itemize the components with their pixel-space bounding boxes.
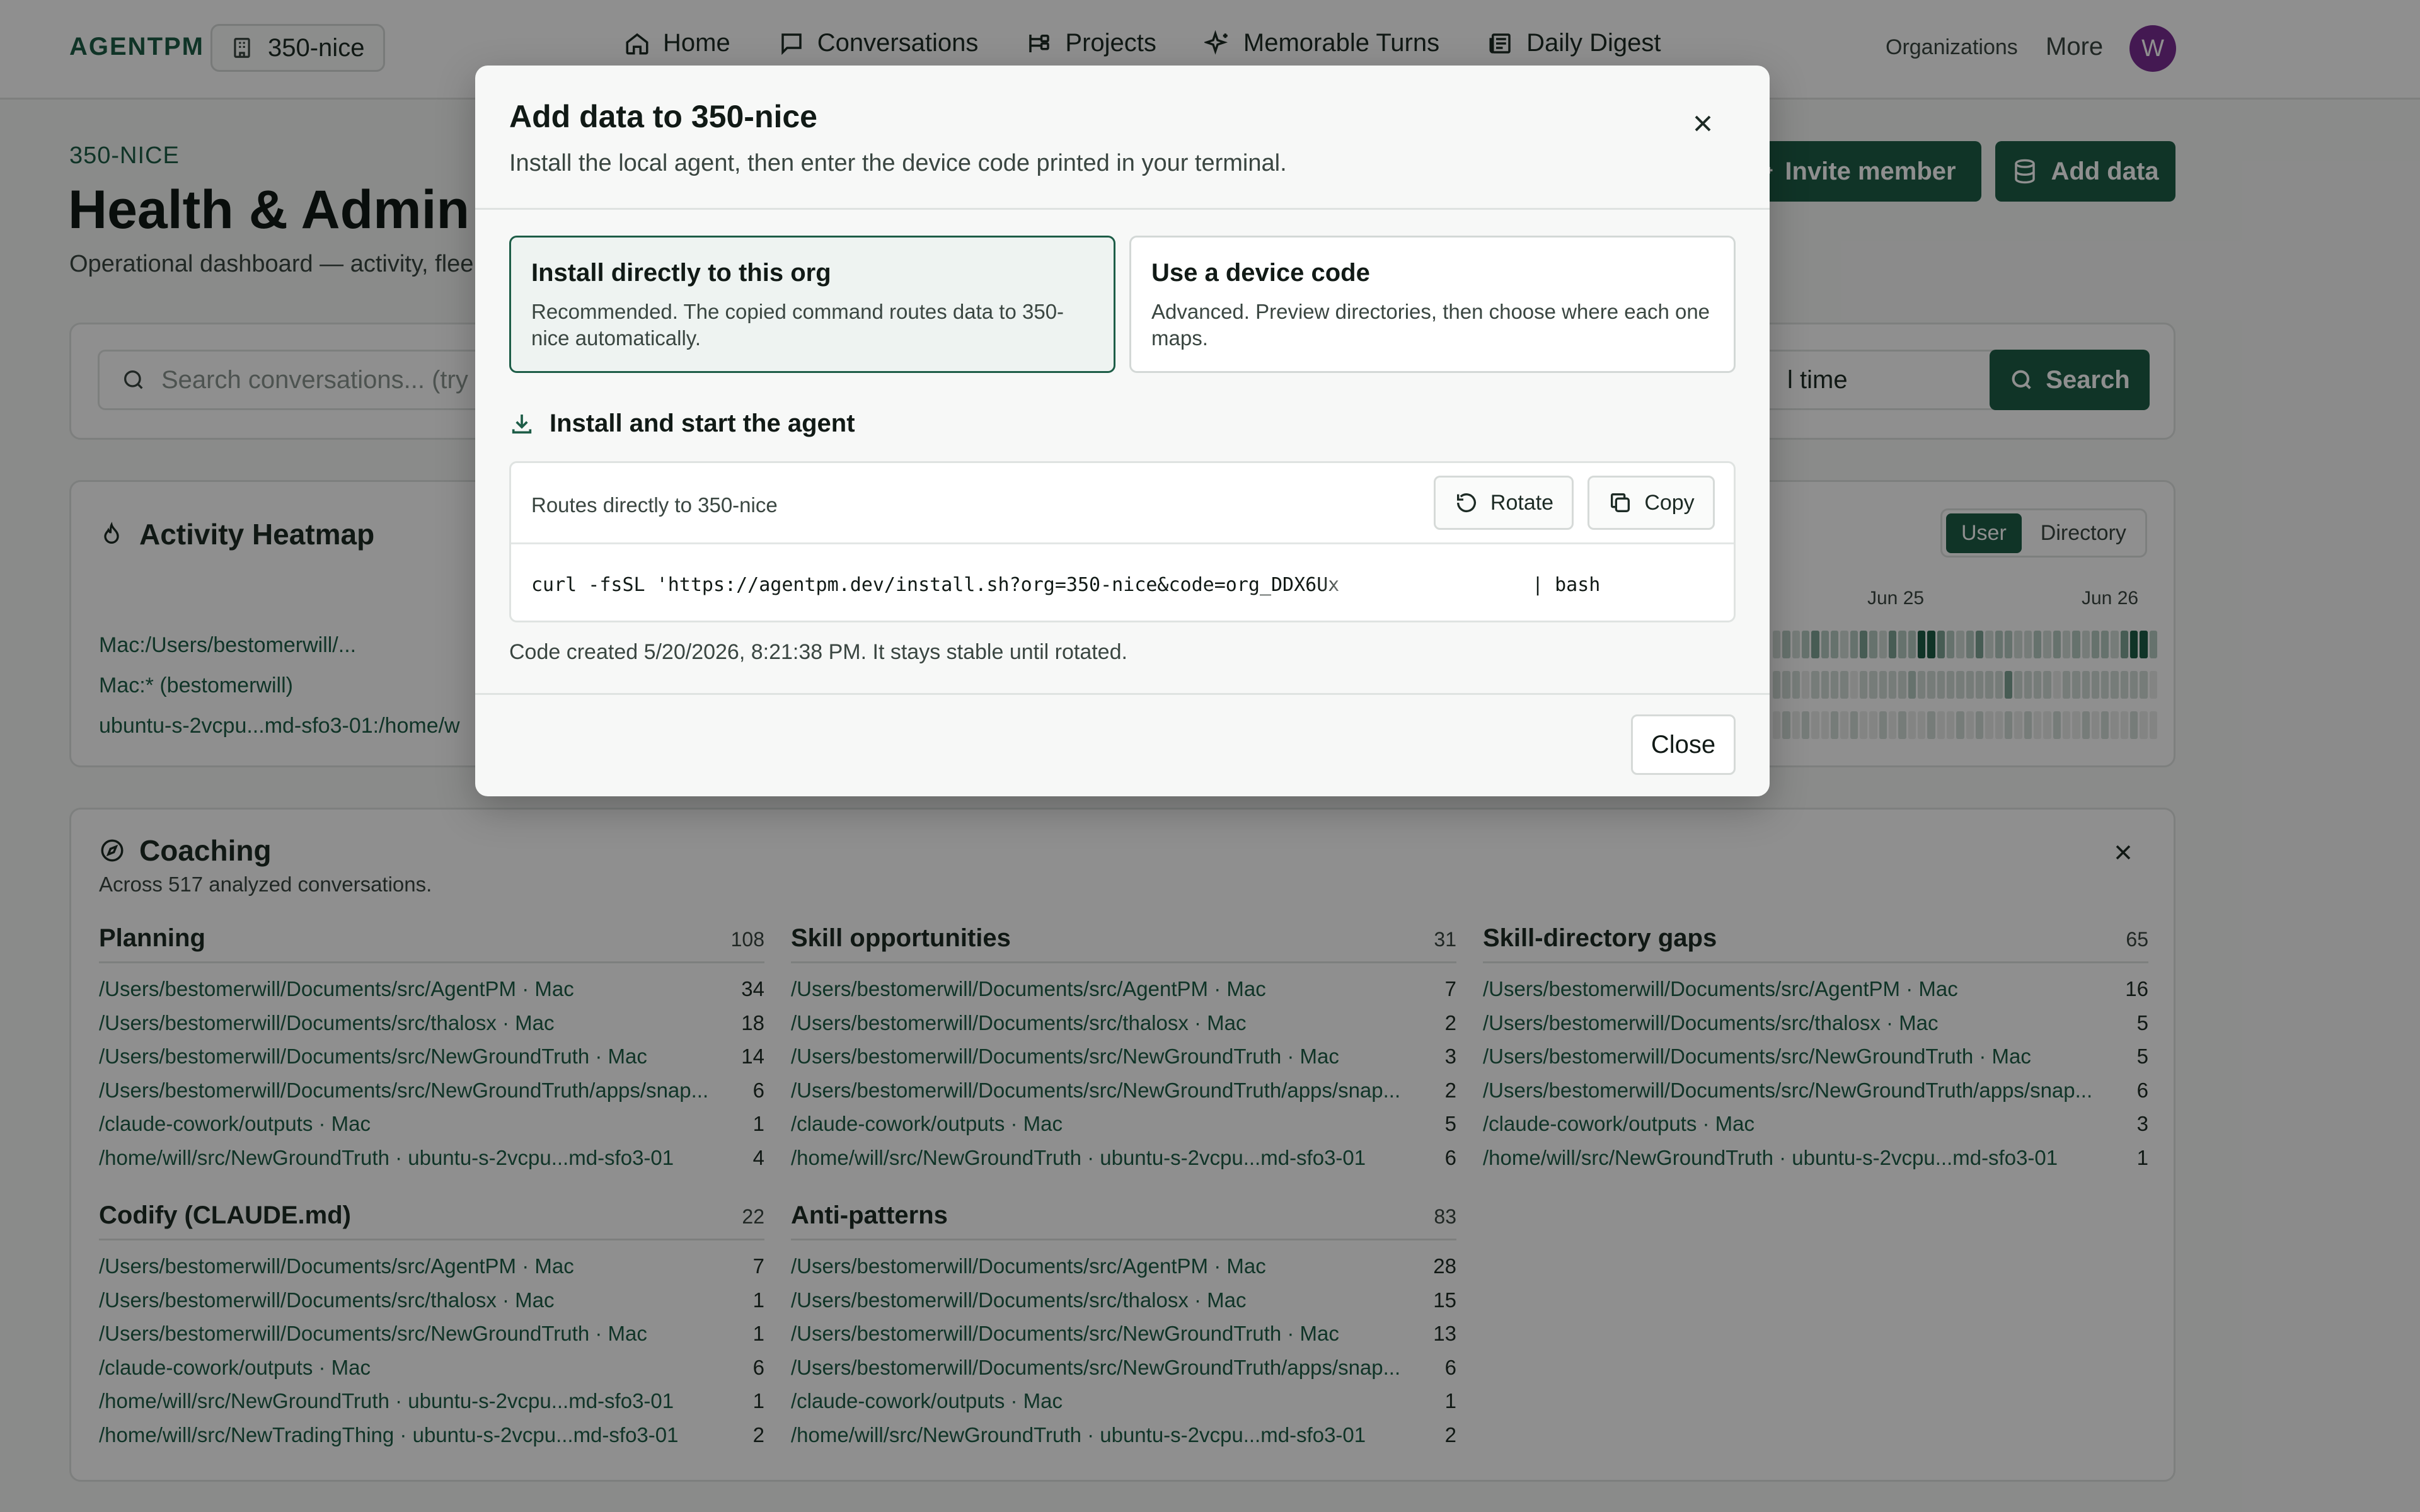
modal-footer-divider [475,693,1770,695]
download-icon [512,414,532,433]
modal-title: Add data to 350-nice [509,99,817,134]
command-fade-mask [1320,564,1396,605]
option-device-code[interactable]: Use a device code Advanced. Preview dire… [1129,236,1736,373]
copy-label: Copy [1644,490,1695,515]
rotate-icon [1456,493,1476,513]
copy-icon [1611,493,1630,512]
install-heading-text: Install and start the agent [550,410,855,437]
modal-divider [475,208,1770,210]
install-heading: Install and start the agent [509,410,855,438]
add-data-modal: Add data to 350-nice Install the local a… [475,66,1770,796]
option-description: Advanced. Preview directories, then choo… [1151,300,1710,350]
rotate-label: Rotate [1490,490,1554,515]
option-title: Use a device code [1151,259,1370,287]
install-command-box: Routes directly to 350-nice Rotate Copy … [509,461,1736,622]
rotate-button[interactable]: Rotate [1434,476,1574,530]
routes-label: Routes directly to 350-nice [531,493,778,517]
code-created-note: Code created 5/20/2026, 8:21:38 PM. It s… [509,640,1127,664]
close-button[interactable]: Close [1631,714,1736,775]
command-divider [511,542,1734,544]
modal-subtitle: Install the local agent, then enter the … [509,150,1287,176]
install-command[interactable]: curl -fsSL 'https://agentpm.dev/install.… [531,574,1339,596]
option-description: Recommended. The copied command routes d… [531,300,1064,350]
option-install-direct[interactable]: Install directly to this org Recommended… [509,236,1115,373]
copy-button[interactable]: Copy [1587,476,1715,530]
option-title: Install directly to this org [531,259,831,287]
close-icon[interactable] [1689,110,1717,137]
install-command-tail: | bash [1532,574,1601,596]
